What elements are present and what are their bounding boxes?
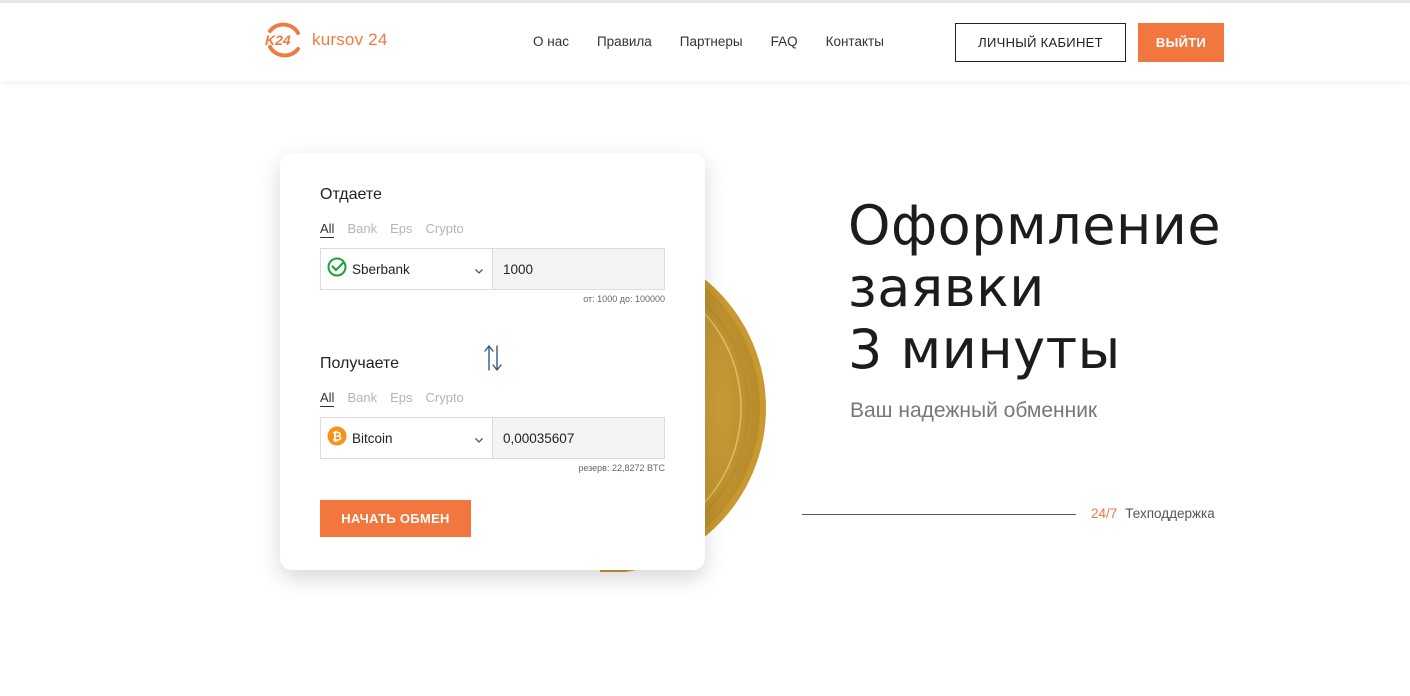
chevron-down-icon (474, 432, 484, 450)
bitcoin-icon: ₿ (327, 426, 347, 451)
support-link[interactable]: 24/7 Техподдержка (1091, 506, 1215, 521)
hero-title: Оформление заявки 3 минуты (848, 195, 1221, 381)
give-tab-all[interactable]: All (320, 221, 335, 238)
receive-currency-label: Bitcoin (352, 430, 393, 446)
receive-tabs: All Bank Eps Crypto (320, 390, 477, 407)
exchange-form: Отдаете All Bank Eps Crypto Sberbank 100… (280, 153, 705, 570)
sberbank-icon (327, 257, 347, 282)
receive-amount-input[interactable]: 0,00035607 (493, 418, 664, 458)
give-title: Отдаете (320, 186, 382, 203)
hero-title-line: 3 минуты (848, 318, 1121, 381)
hero-subtitle: Ваш надежный обменник (850, 399, 1098, 422)
main-nav: О нас Правила Партнеры FAQ Контакты (533, 34, 912, 49)
give-currency-label: Sberbank (352, 261, 410, 277)
receive-tab-bank[interactable]: Bank (347, 390, 377, 407)
svg-text:₿: ₿ (332, 429, 342, 443)
give-tab-bank[interactable]: Bank (347, 221, 377, 238)
give-limits-hint: от: 1000 до: 100000 (583, 294, 665, 304)
nav-item-contacts[interactable]: Контакты (826, 34, 884, 49)
nav-item-faq[interactable]: FAQ (771, 34, 798, 49)
chevron-down-icon (474, 263, 484, 281)
receive-tab-crypto[interactable]: Crypto (426, 390, 464, 407)
nav-item-partners[interactable]: Партнеры (680, 34, 743, 49)
personal-cabinet-button[interactable]: ЛИЧНЫЙ КАБИНЕТ (955, 23, 1126, 62)
receive-currency-select[interactable]: ₿ Bitcoin (321, 418, 493, 458)
logo-text: kursov 24 (312, 30, 388, 49)
support-hours: 24/7 (1091, 506, 1118, 521)
divider (802, 514, 1076, 515)
give-field: Sberbank 1000 (320, 248, 665, 290)
start-exchange-button[interactable]: НАЧАТЬ ОБМЕН (320, 500, 471, 537)
logo[interactable]: K24 kursov 24 (262, 19, 388, 61)
receive-field: ₿ Bitcoin 0,00035607 (320, 417, 665, 459)
receive-tab-eps[interactable]: Eps (390, 390, 412, 407)
hero-title-line: заявки (848, 256, 1045, 319)
site-header: K24 kursov 24 О нас Правила Партнеры FAQ… (0, 3, 1410, 81)
give-currency-select[interactable]: Sberbank (321, 249, 493, 289)
give-tabs: All Bank Eps Crypto (320, 221, 477, 238)
hero-title-line: Оформление (848, 194, 1222, 257)
give-amount-input[interactable]: 1000 (493, 249, 664, 289)
give-tab-crypto[interactable]: Crypto (426, 221, 464, 238)
give-tab-eps[interactable]: Eps (390, 221, 412, 238)
receive-tab-all[interactable]: All (320, 390, 335, 407)
nav-item-rules[interactable]: Правила (597, 34, 652, 49)
swap-direction-icon[interactable] (483, 343, 503, 373)
logo-mark: K24 (262, 19, 304, 61)
logo-mark-text: K24 (265, 32, 291, 48)
receive-title: Получаете (320, 355, 400, 372)
support-label: Техподдержка (1125, 506, 1215, 521)
reserve-hint: резерв: 22,8272 BTC (578, 463, 665, 473)
nav-item-about[interactable]: О нас (533, 34, 569, 49)
logout-button[interactable]: ВЫЙТИ (1138, 23, 1224, 62)
